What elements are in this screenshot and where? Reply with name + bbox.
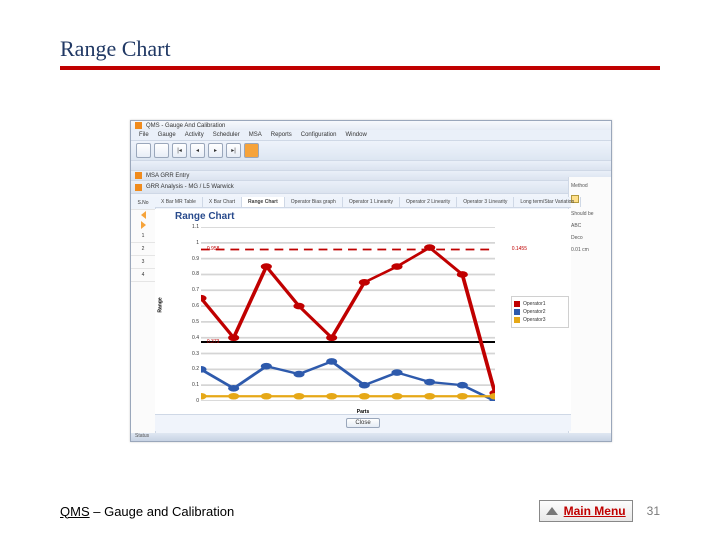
- legend-op1: Operator1: [514, 301, 566, 307]
- sub-window-icon: [135, 172, 142, 179]
- menu-bar[interactable]: File Gauge Activity Scheduler MSA Report…: [131, 130, 611, 141]
- tab-long-term[interactable]: Long term/Star Variation: [514, 197, 581, 207]
- menu-file[interactable]: File: [139, 132, 149, 138]
- toolbar-btn-1[interactable]: [136, 143, 151, 158]
- toolbar-btn-next[interactable]: ▸: [208, 143, 223, 158]
- legend-op3: Operator3: [514, 317, 566, 323]
- menu-gauge[interactable]: Gauge: [158, 132, 176, 138]
- tab-strip: X Bar MR Table X Bar Chart Range Chart O…: [155, 197, 571, 208]
- page-number: 31: [647, 504, 660, 518]
- main-menu-label: Main Menu: [564, 504, 626, 518]
- tab-op-bias[interactable]: Operator Bias graph: [285, 197, 343, 207]
- toolbar: |◂ ◂ ▸ ▸|: [131, 141, 611, 161]
- title-underline: [60, 66, 660, 70]
- app-screenshot: QMS - Gauge And Calibration File Gauge A…: [130, 120, 612, 442]
- legend-op3-label: Operator3: [523, 317, 546, 323]
- swatch-icon: [514, 309, 520, 315]
- left-row-2[interactable]: 2: [131, 243, 155, 256]
- status-bar: Status: [131, 433, 611, 441]
- tab-xbar-mr-table[interactable]: X Bar MR Table: [155, 197, 203, 207]
- left-header: S.No: [131, 197, 155, 210]
- menu-activity[interactable]: Activity: [185, 132, 204, 138]
- tab-xbar-chart[interactable]: X Bar Chart: [203, 197, 242, 207]
- legend-op2-label: Operator2: [523, 309, 546, 315]
- grr-caption: GRR Analysis - MG / L5 Warwick: [146, 184, 234, 190]
- center-line-annotation: 0.373: [207, 339, 220, 345]
- chart-svg: [201, 227, 495, 401]
- chart-title: Range Chart: [175, 211, 234, 222]
- footer-qms: QMS: [60, 504, 90, 519]
- toolbar-btn-first[interactable]: |◂: [172, 143, 187, 158]
- right-coeff-label: 0.01 cm: [571, 247, 611, 253]
- tab-op2-lin[interactable]: Operator 2 Linearity: [400, 197, 457, 207]
- tab-op3-lin[interactable]: Operator 3 Linearity: [457, 197, 514, 207]
- main-menu-button[interactable]: Main Menu: [539, 500, 633, 522]
- left-row-1[interactable]: 1: [131, 230, 155, 243]
- grr-icon: [135, 184, 142, 191]
- nav-right-icon: [141, 221, 146, 229]
- toolbar-btn-prev[interactable]: ◂: [190, 143, 205, 158]
- sub-window-title: MSA GRR Entry: [146, 173, 189, 179]
- slide-title: Range Chart: [60, 36, 660, 62]
- chart-plot: 0.958 0.373 0.1455 00.10.20.30.40.50.60.…: [201, 227, 495, 401]
- left-row-4[interactable]: 4: [131, 269, 155, 282]
- legend-op1-label: Operator1: [523, 301, 546, 307]
- right-deco-label: Deco: [571, 235, 611, 241]
- upper-limit-annotation: 0.958: [207, 246, 220, 252]
- y-axis-label: Range: [158, 297, 164, 312]
- grr-banner: GRR Analysis - MG / L5 Warwick: [131, 181, 611, 194]
- nav-arrows[interactable]: [131, 210, 155, 230]
- legend-op2: Operator2: [514, 309, 566, 315]
- menu-msa[interactable]: MSA: [249, 132, 262, 138]
- close-button[interactable]: Close: [346, 418, 379, 428]
- right-abc-label: ABC: [571, 223, 611, 229]
- toolbar-btn-2[interactable]: [154, 143, 169, 158]
- tab-op1-lin[interactable]: Operator 1 Linearity: [343, 197, 400, 207]
- right-panel: Method Should be ABC Deco 0.01 cm: [568, 177, 611, 433]
- dialog-footer: Close: [155, 414, 571, 431]
- slide-footer: QMS – Gauge and Calibration Main Menu 31: [60, 500, 660, 522]
- toolbar-btn-action[interactable]: [244, 143, 259, 158]
- mdi-strip: [131, 161, 611, 171]
- swatch-icon: [514, 301, 520, 307]
- menu-scheduler[interactable]: Scheduler: [213, 132, 240, 138]
- right-shouldbe-label: Should be: [571, 211, 611, 217]
- right-method-label: Method: [571, 183, 611, 189]
- toolbar-btn-last[interactable]: ▸|: [226, 143, 241, 158]
- sub-window-titlebar: MSA GRR Entry: [131, 171, 611, 181]
- up-arrow-icon: [546, 507, 558, 515]
- app-title: QMS - Gauge And Calibration: [146, 123, 225, 129]
- menu-configuration[interactable]: Configuration: [301, 132, 337, 138]
- left-row-3[interactable]: 3: [131, 256, 155, 269]
- footer-suffix: – Gauge and Calibration: [90, 504, 235, 519]
- footer-left: QMS – Gauge and Calibration: [60, 504, 234, 519]
- chart-area: Range Chart Range Parts 0.958 0.373 0.14…: [155, 209, 571, 415]
- nav-left-icon: [141, 211, 146, 219]
- left-column: S.No 1 2 3 4: [131, 197, 156, 433]
- menu-reports[interactable]: Reports: [271, 132, 292, 138]
- menu-window[interactable]: Window: [345, 132, 366, 138]
- right-annotation: 0.1455: [512, 246, 527, 252]
- chart-legend: Operator1 Operator2 Operator3: [511, 296, 569, 328]
- app-titlebar: QMS - Gauge And Calibration: [131, 121, 611, 130]
- app-icon: [135, 122, 142, 129]
- tab-range-chart[interactable]: Range Chart: [242, 197, 285, 207]
- swatch-icon: [514, 317, 520, 323]
